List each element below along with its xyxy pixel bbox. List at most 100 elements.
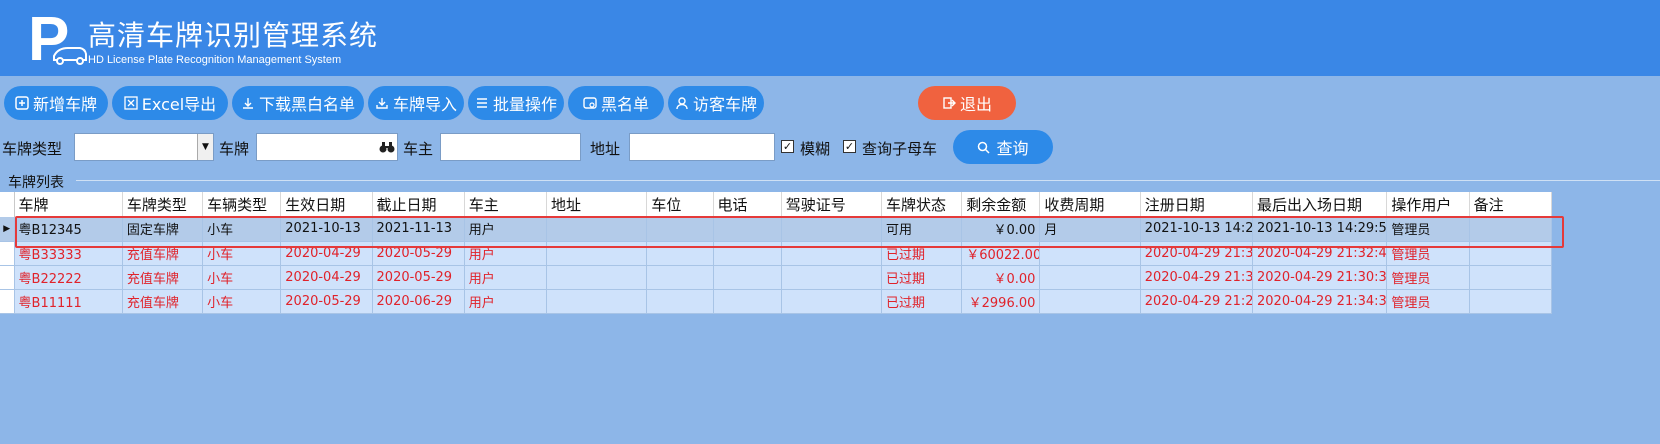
table-cell[interactable]	[546, 217, 648, 242]
current-row-indicator-icon[interactable]: ▶	[0, 217, 15, 242]
table-cell[interactable]: 用户	[464, 217, 548, 242]
column-header[interactable]: 剩余金额	[961, 192, 1041, 217]
table-row[interactable]: 粤B11111 充值车牌 小车 2020-05-29 2020-06-29 用户 已过期 ￥2…	[0, 289, 1553, 314]
table-cell[interactable]: 2020-05-29	[372, 265, 465, 290]
table-cell[interactable]	[546, 265, 648, 290]
column-header[interactable]: 操作用户	[1386, 192, 1470, 217]
table-cell[interactable]: 2021-10-13	[280, 217, 373, 242]
column-header[interactable]: 截止日期	[372, 192, 465, 217]
table-cell[interactable]: 2020-04-29 21:3	[1140, 241, 1254, 266]
query-button[interactable]: 查询	[953, 130, 1053, 164]
table-cell[interactable]: 已过期	[881, 289, 963, 314]
column-header[interactable]: 车位	[646, 192, 714, 217]
table-cell[interactable]: 月	[1039, 217, 1141, 242]
table-cell[interactable]	[646, 241, 714, 266]
table-cell[interactable]: 小车	[202, 265, 282, 290]
table-cell[interactable]: 2020-04-29 21:3	[1140, 265, 1254, 290]
visitor-plate-button[interactable]: 访客车牌	[668, 86, 764, 120]
table-cell[interactable]	[781, 217, 882, 242]
table-cell[interactable]: 已过期	[881, 265, 963, 290]
table-row[interactable]: ▶ 粤B12345 固定车牌 小车 2021-10-13 2021-11-13 用户 可用 ￥0…	[0, 217, 1553, 242]
row-header[interactable]	[0, 241, 15, 266]
table-cell[interactable]	[1039, 241, 1141, 266]
table-cell[interactable]	[646, 289, 714, 314]
owner-input[interactable]	[440, 133, 581, 161]
column-header[interactable]: 备注	[1469, 192, 1553, 217]
table-cell[interactable]: 已过期	[881, 241, 963, 266]
excel-export-button[interactable]: Excel导出	[112, 86, 228, 120]
table-cell[interactable]: 充值车牌	[122, 241, 204, 266]
table-cell[interactable]: 粤B22222	[14, 265, 123, 290]
binoculars-icon[interactable]	[379, 140, 395, 154]
batch-operation-button[interactable]: 批量操作	[468, 86, 564, 120]
table-cell[interactable]: 小车	[202, 289, 282, 314]
address-input[interactable]	[629, 133, 775, 161]
plate-type-select[interactable]: ▼	[74, 133, 214, 161]
table-row[interactable]: 粤B33333 充值车牌 小车 2020-04-29 2020-05-29 用户 已过期 ￥6…	[0, 241, 1553, 266]
row-header[interactable]	[0, 289, 15, 314]
table-cell[interactable]: 粤B11111	[14, 289, 123, 314]
table-cell[interactable]: 2021-11-13	[372, 217, 465, 242]
table-cell[interactable]: 粤B12345	[14, 217, 123, 242]
column-header[interactable]: 地址	[546, 192, 648, 217]
fuzzy-checkbox[interactable]: ✓	[781, 140, 794, 153]
table-cell[interactable]: 管理员	[1386, 241, 1470, 266]
plate-input[interactable]	[256, 133, 398, 161]
column-header[interactable]: 车辆类型	[202, 192, 282, 217]
add-plate-button[interactable]: 新增车牌	[4, 86, 108, 120]
table-cell[interactable]	[1469, 265, 1553, 290]
table-cell[interactable]: ￥0.00	[961, 265, 1041, 290]
table-cell[interactable]: 2020-04-29 21:2	[1140, 289, 1254, 314]
table-cell[interactable]: 2021-10-13 14:29:5(	[1252, 217, 1388, 242]
column-header[interactable]: 车牌	[14, 192, 123, 217]
column-header[interactable]: 车牌状态	[881, 192, 963, 217]
table-cell[interactable]: 2020-05-29	[280, 289, 373, 314]
column-header[interactable]: 车主	[464, 192, 548, 217]
table-cell[interactable]	[713, 265, 782, 290]
table-cell[interactable]: 固定车牌	[122, 217, 204, 242]
table-cell[interactable]	[1469, 241, 1553, 266]
table-cell[interactable]: 粤B33333	[14, 241, 123, 266]
table-cell[interactable]: ￥0.00	[961, 217, 1041, 242]
table-cell[interactable]: 可用	[881, 217, 963, 242]
column-header[interactable]: 收费周期	[1039, 192, 1141, 217]
column-header[interactable]: 生效日期	[280, 192, 373, 217]
column-header[interactable]: 电话	[713, 192, 782, 217]
table-cell[interactable]	[1469, 217, 1553, 242]
table-cell[interactable]: 管理员	[1386, 265, 1470, 290]
table-cell[interactable]: 充值车牌	[122, 265, 204, 290]
table-cell[interactable]	[1039, 265, 1141, 290]
table-cell[interactable]: 充值车牌	[122, 289, 204, 314]
table-cell[interactable]	[713, 289, 782, 314]
column-header[interactable]: 车牌类型	[122, 192, 204, 217]
table-cell[interactable]	[546, 241, 648, 266]
table-cell[interactable]: 小车	[202, 241, 282, 266]
table-cell[interactable]: 用户	[464, 265, 548, 290]
table-cell[interactable]	[646, 217, 714, 242]
table-cell[interactable]: 2020-06-29	[372, 289, 465, 314]
table-cell[interactable]	[781, 265, 882, 290]
table-cell[interactable]: 2020-05-29	[372, 241, 465, 266]
table-cell[interactable]: 2021-10-13 14:2	[1140, 217, 1254, 242]
table-cell[interactable]: 用户	[464, 289, 548, 314]
table-cell[interactable]	[781, 241, 882, 266]
table-cell[interactable]: ￥60022.00	[961, 241, 1041, 266]
table-cell[interactable]	[1469, 289, 1553, 314]
table-cell[interactable]: 小车	[202, 217, 282, 242]
table-cell[interactable]	[713, 241, 782, 266]
import-plate-button[interactable]: 车牌导入	[368, 86, 464, 120]
table-cell[interactable]: ￥2996.00	[961, 289, 1041, 314]
table-cell[interactable]	[713, 217, 782, 242]
download-list-button[interactable]: 下载黑白名单	[232, 86, 364, 120]
table-cell[interactable]: 2020-04-29 21:32:44	[1252, 241, 1388, 266]
table-cell[interactable]: 2020-04-29 21:34:3(	[1252, 289, 1388, 314]
table-row[interactable]: 粤B22222 充值车牌 小车 2020-04-29 2020-05-29 用户 已过期 ￥0…	[0, 265, 1553, 290]
dropdown-arrow-icon[interactable]: ▼	[197, 134, 213, 160]
table-cell[interactable]: 2020-04-29 21:30:38	[1252, 265, 1388, 290]
table-cell[interactable]	[546, 289, 648, 314]
column-header[interactable]: 注册日期	[1140, 192, 1254, 217]
table-cell[interactable]: 2020-04-29	[280, 265, 373, 290]
table-cell[interactable]	[781, 289, 882, 314]
exit-button[interactable]: 退出	[918, 86, 1016, 120]
column-header[interactable]: 最后出入场日期	[1252, 192, 1388, 217]
